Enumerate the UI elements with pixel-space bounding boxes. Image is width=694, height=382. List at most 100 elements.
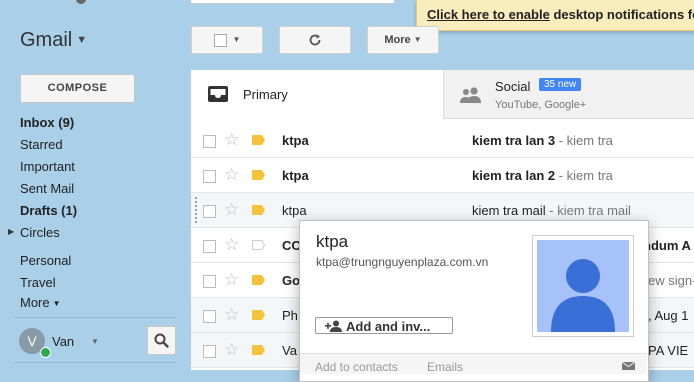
top-bar-icon [76, 0, 86, 4]
table-row[interactable]: ☆ ktpa kiem tra lan 3 - kiem tra [191, 123, 694, 158]
sidebar-item-personal[interactable]: Personal [20, 253, 71, 268]
email-subject-text: ndum A [643, 238, 691, 253]
sidebar-item-important[interactable]: Important [20, 159, 75, 174]
email-subject: kiem tra mail - kiem tra mail [472, 203, 631, 218]
important-marker-icon[interactable] [252, 275, 265, 285]
row-checkbox[interactable] [203, 170, 216, 183]
expand-arrow-icon[interactable]: ▶ [8, 227, 14, 236]
desktop-notification-banner: Click here to enable desktop notificatio… [416, 0, 694, 31]
contact-name: ktpa [316, 232, 349, 251]
search-box-edge[interactable] [190, 0, 395, 4]
row-checkbox[interactable] [203, 310, 216, 323]
star-icon[interactable]: ☆ [224, 165, 239, 185]
email-sender: ktpa [282, 203, 307, 218]
sidebar-divider [14, 317, 176, 318]
email-subject: , Aug 1 [648, 308, 688, 323]
person-silhouette-icon [551, 259, 615, 332]
add-and-invite-label: Add and inv... [346, 319, 431, 334]
sidebar-item-drafts[interactable]: Drafts (1) [20, 203, 77, 218]
star-icon[interactable]: ☆ [224, 130, 239, 150]
email-subject: kiem tra lan 3 - kiem tra [472, 133, 613, 148]
chevron-down-icon: ▼ [52, 299, 61, 308]
important-marker-icon[interactable] [252, 205, 265, 215]
mail-icon[interactable] [622, 362, 635, 370]
drag-handle-icon[interactable] [194, 196, 198, 224]
email-subject: ew sign- [648, 273, 694, 288]
gmail-menu[interactable]: Gmail ▼ [20, 29, 87, 52]
notification-text: desktop notifications fo [549, 7, 694, 22]
people-search-button[interactable] [147, 326, 176, 355]
row-checkbox[interactable] [203, 205, 216, 218]
contact-email[interactable]: ktpa@trungnguyenplaza.com.vn [316, 255, 488, 269]
important-marker-icon[interactable] [252, 170, 265, 180]
star-icon[interactable]: ☆ [224, 270, 239, 290]
refresh-button[interactable] [279, 26, 351, 54]
email-subject-text: kiem tra lan 2 [472, 168, 556, 183]
search-icon [154, 333, 169, 348]
email-sender: Ph [282, 308, 298, 323]
new-count-badge: 35 new [539, 78, 582, 91]
email-subject-text: kiem tra lan 3 [472, 133, 556, 148]
sidebar-divider [14, 362, 176, 363]
tab-primary-label: Primary [243, 87, 288, 102]
row-checkbox[interactable] [203, 135, 216, 148]
checkbox-icon [213, 33, 227, 47]
online-status-icon [40, 347, 51, 358]
contact-photo [537, 240, 629, 332]
app-title: Gmail [20, 29, 73, 51]
email-subject-text: PA VIE [648, 343, 689, 358]
row-checkbox[interactable] [203, 240, 216, 253]
tab-social-label: Social [495, 79, 531, 94]
important-marker-icon[interactable] [252, 135, 265, 145]
sidebar-item-sent-mail[interactable]: Sent Mail [20, 181, 74, 196]
user-name[interactable]: Van [52, 334, 74, 349]
important-marker-icon[interactable] [252, 310, 265, 320]
email-subject: PA VIE [648, 343, 688, 358]
emails-link[interactable]: Emails [427, 360, 463, 374]
tab-primary[interactable]: Primary [191, 70, 444, 119]
refresh-icon [309, 34, 321, 46]
people-icon [460, 87, 481, 103]
sidebar-more-label: More [20, 295, 50, 310]
email-snippet: - kiem tra [555, 133, 613, 148]
select-all-button[interactable]: ▼ [191, 26, 263, 54]
email-subject: ndum A [643, 238, 691, 253]
chevron-down-icon: ▼ [232, 35, 241, 45]
email-snippet: - kiem tra mail [545, 203, 631, 218]
more-label: More [384, 34, 411, 46]
row-checkbox[interactable] [203, 275, 216, 288]
important-marker-icon[interactable] [252, 240, 265, 250]
email-sender: ktpa [282, 133, 309, 148]
sidebar-item-inbox[interactable]: Inbox (9) [20, 115, 74, 130]
inbox-icon [208, 86, 228, 102]
add-person-icon [325, 320, 342, 332]
sidebar-item-circles[interactable]: Circles [20, 225, 60, 240]
chevron-down-icon: ▼ [76, 34, 88, 46]
tab-social-senders: YouTube, Google+ [495, 99, 587, 111]
sidebar-item-more[interactable]: More ▼ [20, 295, 61, 310]
email-subject: kiem tra lan 2 - kiem tra [472, 168, 613, 183]
email-snippet: - kiem tra [555, 168, 613, 183]
email-sender: Va [282, 343, 297, 358]
email-subject-text: kiem tra mail [472, 203, 546, 218]
email-subject-text: ew sign- [648, 273, 694, 288]
important-marker-icon[interactable] [252, 345, 265, 355]
star-icon[interactable]: ☆ [224, 305, 239, 325]
star-icon[interactable]: ☆ [224, 235, 239, 255]
add-and-invite-button[interactable]: Add and inv... [315, 317, 453, 334]
enable-notifications-link[interactable]: Click here to enable [427, 7, 550, 22]
email-subject-text: , Aug 1 [648, 308, 689, 323]
row-checkbox[interactable] [203, 345, 216, 358]
email-sender: Go [282, 273, 301, 288]
sidebar-item-starred[interactable]: Starred [20, 137, 63, 152]
sidebar-item-travel[interactable]: Travel [20, 275, 56, 290]
compose-button[interactable]: COMPOSE [20, 74, 135, 103]
table-row[interactable]: ☆ ktpa kiem tra lan 2 - kiem tra [191, 158, 694, 193]
more-button[interactable]: More ▼ [367, 26, 439, 54]
add-to-contacts-link[interactable]: Add to contacts [315, 360, 398, 374]
chevron-down-icon[interactable]: ▼ [91, 337, 99, 346]
chevron-down-icon: ▼ [413, 35, 422, 45]
email-sender: ktpa [282, 168, 309, 183]
star-icon[interactable]: ☆ [224, 340, 239, 360]
star-icon[interactable]: ☆ [224, 200, 239, 220]
